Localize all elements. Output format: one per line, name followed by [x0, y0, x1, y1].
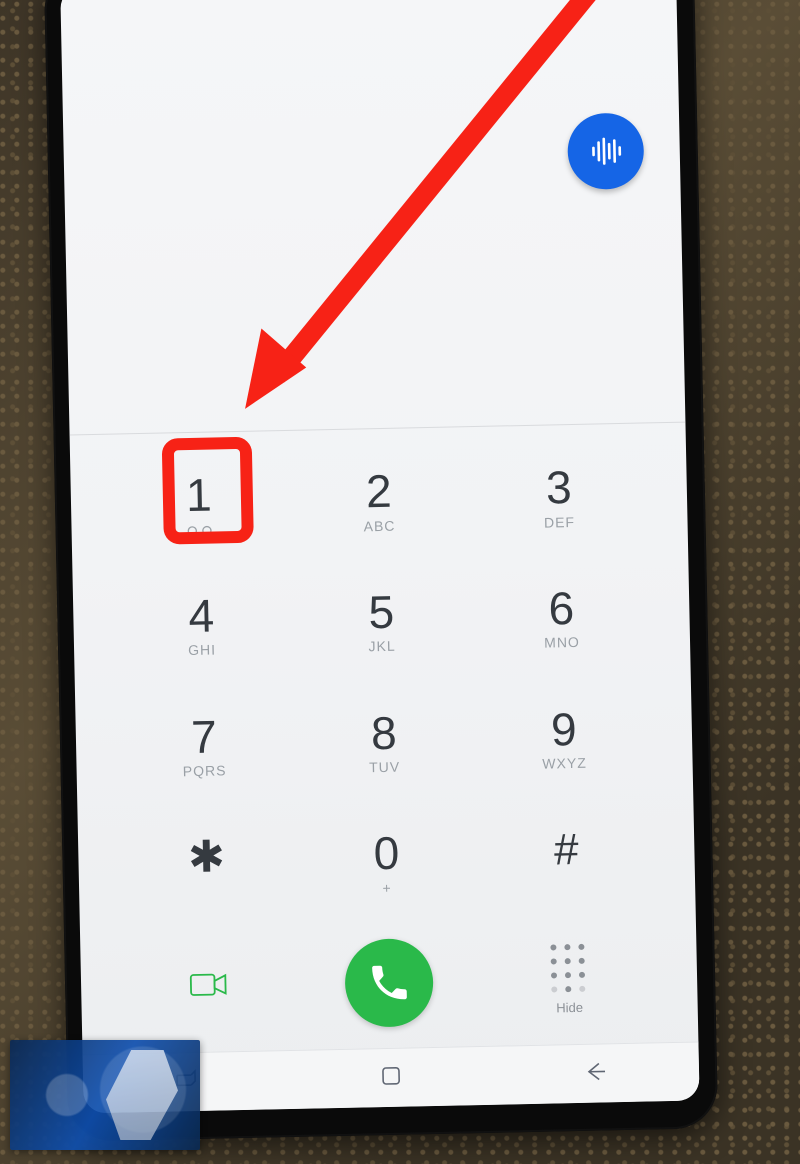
key-1[interactable]: 1: [108, 442, 290, 566]
key-letters: ABC: [363, 517, 395, 534]
keypad-row: ✱ 0 + #: [115, 797, 657, 929]
phone-frame: 1 2 ABC 3 DEF 4 GHI: [44, 0, 718, 1142]
key-letters: WXYZ: [542, 755, 587, 772]
key-4[interactable]: 4 GHI: [110, 563, 292, 687]
nav-back-button[interactable]: [583, 1058, 610, 1090]
call-fab[interactable]: [344, 938, 434, 1028]
key-letters: JKL: [368, 638, 395, 655]
key-letters: GHI: [188, 642, 216, 659]
home-icon: [378, 1062, 405, 1089]
key-star[interactable]: ✱: [115, 804, 297, 928]
watermark-thumbnail: [10, 1040, 200, 1150]
key-letters: +: [382, 880, 392, 896]
action-row: Hide: [118, 917, 660, 1048]
key-6[interactable]: 6 MNO: [470, 555, 652, 679]
key-digit: 1: [186, 471, 213, 520]
keypad-row: 4 GHI 5 JKL 6 MNO: [110, 555, 652, 687]
key-digit: 7: [191, 712, 218, 761]
call-button[interactable]: [298, 937, 480, 1029]
key-9[interactable]: 9 WXYZ: [473, 676, 655, 800]
video-call-button[interactable]: [119, 968, 300, 1005]
nav-home-button[interactable]: [378, 1062, 405, 1094]
dialer-display-area: [60, 0, 685, 434]
voice-assistant-button[interactable]: [567, 112, 645, 190]
key-digit: 4: [188, 591, 215, 640]
voice-wave-icon: [584, 130, 627, 173]
hide-keypad-button[interactable]: Hide: [478, 942, 659, 1017]
video-icon: [189, 970, 230, 1004]
key-letters: DEF: [544, 513, 575, 530]
key-hash[interactable]: #: [475, 797, 657, 921]
key-0[interactable]: 0 +: [295, 800, 477, 924]
key-8[interactable]: 8 TUV: [293, 680, 475, 804]
phone-icon: [367, 960, 412, 1005]
hide-label: Hide: [556, 999, 583, 1015]
key-digit: 2: [366, 467, 393, 516]
key-digit: 3: [545, 463, 572, 512]
key-letters: PQRS: [183, 762, 227, 779]
keypad-row: 7 PQRS 8 TUV 9 WXYZ: [113, 676, 655, 808]
key-digit: 9: [551, 705, 578, 754]
key-letters: TUV: [369, 759, 400, 776]
key-digit: #: [554, 826, 579, 873]
dial-pad: 1 2 ABC 3 DEF 4 GHI: [70, 424, 699, 1056]
key-letters: MNO: [544, 634, 580, 651]
keypad-row: 1 2 ABC 3 DEF: [108, 434, 650, 566]
voicemail-icon: [186, 523, 212, 538]
back-icon: [583, 1058, 610, 1085]
key-digit: 0: [373, 829, 400, 878]
key-digit: ✱: [188, 834, 226, 881]
key-digit: 8: [371, 708, 398, 757]
key-digit: 6: [548, 584, 575, 633]
phone-screen: 1 2 ABC 3 DEF 4 GHI: [60, 0, 699, 1113]
key-digit: 5: [368, 588, 395, 637]
key-5[interactable]: 5 JKL: [290, 559, 472, 683]
key-2[interactable]: 2 ABC: [288, 438, 470, 562]
key-7[interactable]: 7 PQRS: [113, 683, 295, 807]
key-3[interactable]: 3 DEF: [468, 434, 650, 558]
keypad-grid-icon: [550, 943, 587, 994]
